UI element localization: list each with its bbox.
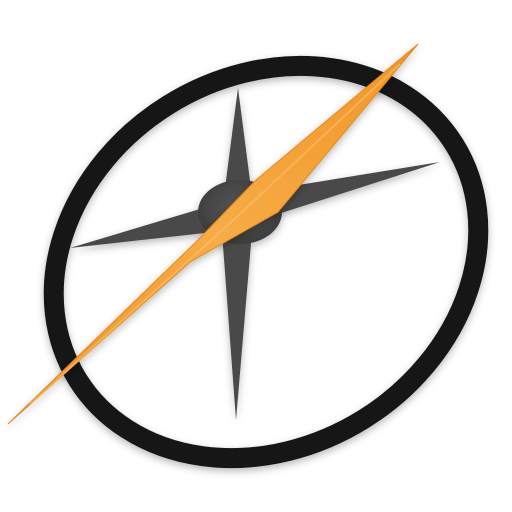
compass-icon [7, 43, 489, 469]
star-point-north [224, 88, 252, 196]
compass-ring [43, 55, 489, 469]
star-point-south [222, 232, 252, 420]
star-point-west [70, 206, 214, 248]
app-icon-canvas [0, 0, 512, 512]
